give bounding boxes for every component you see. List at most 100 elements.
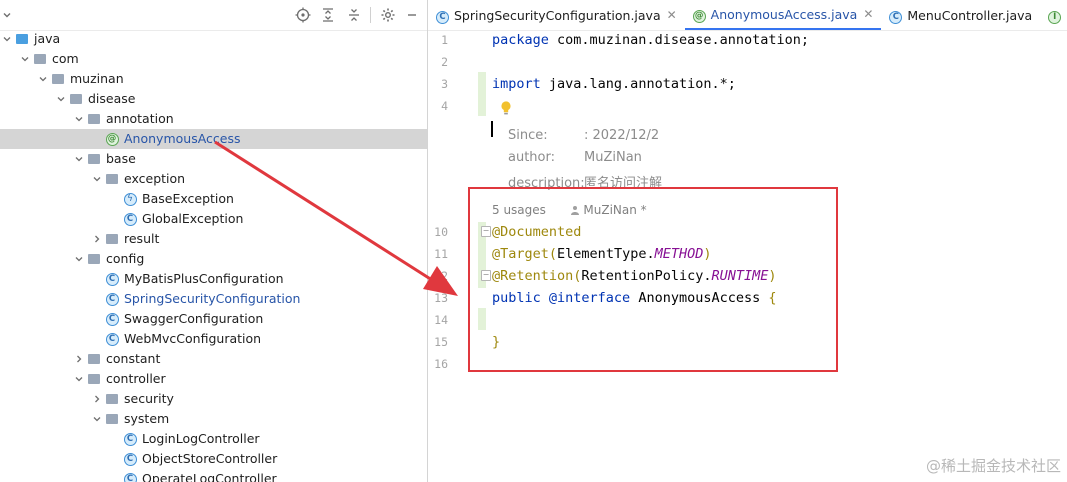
tree-node-label: SwaggerConfiguration (124, 311, 264, 326)
tree-node-loginlogcontroller[interactable]: C LoginLogController (0, 429, 427, 449)
tree-node-java[interactable]: java (0, 29, 427, 49)
code-line-interface[interactable]: public @interface AnonymousAccess { (492, 290, 777, 306)
collapse-all-icon[interactable] (344, 5, 364, 25)
minimize-icon[interactable] (402, 5, 422, 25)
tree-node-globalexception[interactable]: C GlobalException (0, 209, 427, 229)
tree-node-base[interactable]: base (0, 149, 427, 169)
lightbulb-icon[interactable] (499, 100, 513, 120)
tree-node-swaggerconfiguration[interactable]: C SwaggerConfiguration (0, 309, 427, 329)
tree-node-mybatisplusconfiguration[interactable]: C MyBatisPlusConfiguration (0, 269, 427, 289)
tree-node-label: SpringSecurityConfiguration (124, 291, 301, 306)
chevron-down-icon[interactable] (54, 89, 68, 109)
code-line-target[interactable]: @Target(ElementType.METHOD) (492, 246, 712, 262)
chevron-down-icon[interactable] (18, 49, 32, 69)
class-icon: C (104, 289, 120, 309)
folder-icon (104, 169, 120, 189)
tree-node-springsecurityconfiguration[interactable]: C SpringSecurityConfiguration (0, 289, 427, 309)
chevron-down-icon[interactable] (72, 149, 86, 169)
line-number: 10 (434, 225, 448, 239)
usages-count[interactable]: 5 usages (492, 203, 546, 217)
close-icon[interactable]: ✕ (667, 8, 677, 22)
chevron-right-icon[interactable] (72, 349, 86, 369)
usages-author[interactable]: MuZiNan * (583, 203, 646, 217)
class-icon: C (104, 309, 120, 329)
editor-tab[interactable]: C MenuController.java (881, 0, 1040, 30)
tree-node-label: base (106, 151, 136, 166)
chevron-down-icon[interactable] (0, 5, 14, 25)
retention-policy-const: RUNTIME (711, 268, 769, 284)
tree-node-security[interactable]: security (0, 389, 427, 409)
doc-description: description:匿名访问注解 (508, 172, 662, 191)
folder-icon (50, 69, 66, 89)
code-line-package[interactable]: package com.muzinan.disease.annotation; (492, 32, 809, 48)
annotation-icon: @ (692, 6, 706, 23)
keyword-public: public (492, 290, 541, 306)
ide-window: java com muzinan disease annotation @ Anonymou… (0, 0, 1067, 482)
code-line-documented[interactable]: @Documented (492, 224, 581, 240)
tree-node-disease[interactable]: disease (0, 89, 427, 109)
tree-node-annotation[interactable]: annotation (0, 109, 427, 129)
gear-icon[interactable] (378, 5, 398, 25)
usages-inlay[interactable]: 5 usages MuZiNan * (492, 203, 647, 218)
class-icon: C (122, 469, 138, 482)
chevron-down-icon[interactable] (72, 369, 86, 389)
tree-node-label: annotation (106, 111, 174, 126)
interface-name: AnonymousAccess (630, 290, 769, 306)
editor-tab[interactable]: IMen (1040, 0, 1067, 30)
line-number: 11 (434, 247, 448, 261)
tree-node-label: WebMvcConfiguration (124, 331, 262, 346)
code-line-import[interactable]: import java.lang.annotation.*; (492, 76, 736, 92)
line-number: 3 (441, 77, 448, 91)
code-line-retention[interactable]: @Retention(RetentionPolicy.RUNTIME) (492, 268, 777, 284)
element-type-const: METHOD (654, 246, 704, 262)
tree-node-baseexception[interactable]: ϟ BaseException (0, 189, 427, 209)
chevron-down-icon[interactable] (0, 29, 14, 49)
chevron-right-icon[interactable] (90, 229, 104, 249)
tree-node-com[interactable]: com (0, 49, 427, 69)
tree-node-muzinan[interactable]: muzinan (0, 69, 427, 89)
locate-icon[interactable] (293, 5, 313, 25)
folder-icon (86, 349, 102, 369)
vcs-change-marker[interactable] (478, 72, 486, 116)
tree-node-label: GlobalException (142, 211, 244, 226)
folder-icon (86, 109, 102, 129)
tree-node-exception[interactable]: exception (0, 169, 427, 189)
tree-node-label: result (124, 231, 160, 246)
tree-node-anonymousaccess[interactable]: @ AnonymousAccess (0, 129, 427, 149)
folder-icon (86, 249, 102, 269)
folder-icon (68, 89, 84, 109)
tree-node-webmvcconfiguration[interactable]: C WebMvcConfiguration (0, 329, 427, 349)
tree-node-result[interactable]: result (0, 229, 427, 249)
chevron-down-icon[interactable] (90, 169, 104, 189)
class-icon: C (122, 429, 138, 449)
chevron-down-icon[interactable] (72, 249, 86, 269)
tree-node-operatelogcontroller[interactable]: C OperateLogController (0, 469, 427, 482)
fold-marker-icon[interactable]: − (481, 270, 491, 281)
keyword-package: package (492, 32, 549, 48)
vcs-change-marker[interactable] (478, 308, 486, 330)
chevron-down-icon[interactable] (72, 109, 86, 129)
editor-tab[interactable]: @ AnonymousAccess.java ✕ (684, 0, 882, 30)
close-icon[interactable]: ✕ (863, 7, 873, 21)
chevron-down-icon[interactable] (90, 409, 104, 429)
chevron-right-icon[interactable] (90, 389, 104, 409)
tree-node-label: LoginLogController (142, 431, 260, 446)
folder-icon (86, 369, 102, 389)
code-line-close[interactable]: } (492, 334, 500, 350)
doc-author-key: author: (508, 150, 555, 165)
tree-node-controller[interactable]: controller (0, 369, 427, 389)
doc-author-value: MuZiNan (584, 150, 642, 165)
expand-all-icon[interactable] (318, 5, 338, 25)
code-editor: C SpringSecurityConfiguration.java ✕ @ Anony… (428, 0, 1067, 482)
folder-icon (104, 409, 120, 429)
tree-node-system[interactable]: system (0, 409, 427, 429)
chevron-down-icon[interactable] (36, 69, 50, 89)
fold-marker-icon[interactable]: − (481, 226, 491, 237)
folder-root-icon (14, 29, 30, 49)
tree-node-objectstorecontroller[interactable]: C ObjectStoreController (0, 449, 427, 469)
tree-node-constant[interactable]: constant (0, 349, 427, 369)
editor-tab-bar: C SpringSecurityConfiguration.java ✕ @ Anony… (428, 0, 1067, 31)
tree-node-label: BaseException (142, 191, 234, 206)
tree-node-config[interactable]: config (0, 249, 427, 269)
editor-tab[interactable]: C SpringSecurityConfiguration.java ✕ (428, 0, 685, 30)
